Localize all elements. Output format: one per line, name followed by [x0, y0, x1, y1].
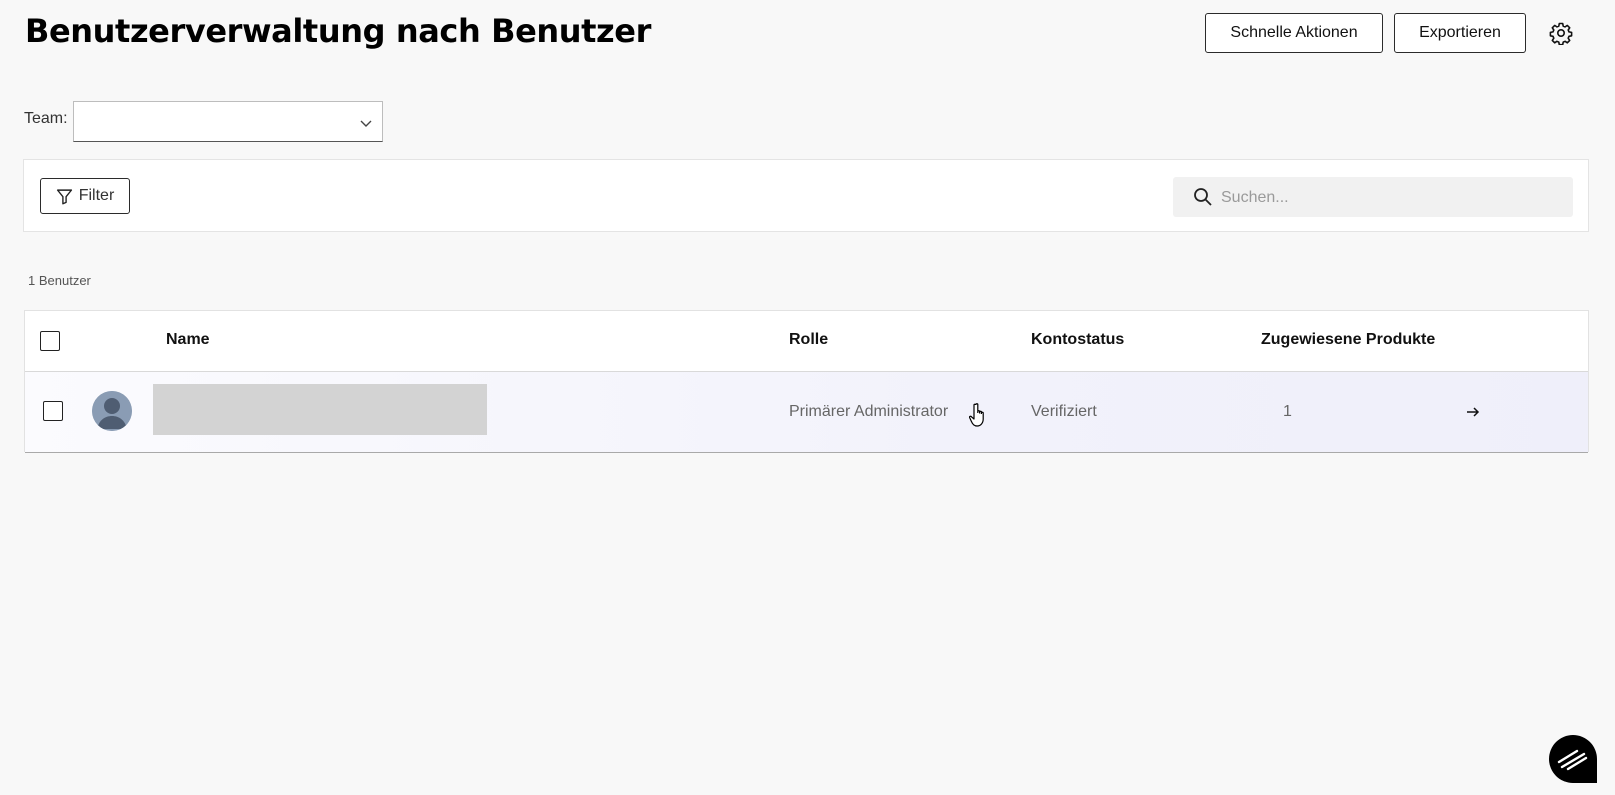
team-select[interactable] — [73, 101, 383, 142]
column-header-role[interactable]: Rolle — [789, 331, 828, 349]
row-assigned-products: 1 — [1283, 403, 1292, 420]
export-button[interactable]: Exportieren — [1394, 13, 1526, 53]
table-row[interactable]: Primärer Administrator Verifiziert 1 — [25, 372, 1588, 453]
filter-toolbar: Filter — [23, 159, 1589, 232]
search-input[interactable] — [1219, 177, 1563, 219]
search-box[interactable] — [1173, 177, 1573, 219]
row-account-status: Verifiziert — [1031, 403, 1097, 420]
name-redacted — [153, 384, 487, 435]
filter-button-label: Filter — [78, 187, 115, 204]
filter-button[interactable]: Filter — [40, 178, 130, 214]
chevron-down-icon — [360, 120, 372, 127]
column-header-account-status[interactable]: Kontostatus — [1031, 331, 1124, 349]
chat-bubble-icon — [1549, 735, 1597, 783]
row-checkbox[interactable] — [43, 401, 63, 421]
funnel-icon — [56, 188, 72, 204]
row-role: Primärer Administrator — [789, 403, 949, 420]
user-silhouette-icon — [92, 391, 132, 431]
user-count: 1 Benutzer — [28, 273, 91, 288]
quick-actions-button[interactable]: Schnelle Aktionen — [1205, 13, 1383, 53]
search-icon — [1194, 188, 1212, 206]
arrow-right-icon[interactable] — [1465, 404, 1481, 420]
page-title: Benutzerverwaltung nach Benutzer — [25, 12, 651, 50]
table-header: Name Rolle Kontostatus Zugewiesene Produ… — [25, 311, 1588, 372]
avatar — [92, 391, 132, 431]
column-header-name[interactable]: Name — [166, 331, 210, 349]
column-header-assigned-products[interactable]: Zugewiesene Produkte — [1261, 331, 1435, 349]
chat-button[interactable] — [1548, 734, 1598, 784]
users-table: Name Rolle Kontostatus Zugewiesene Produ… — [24, 310, 1589, 453]
select-all-checkbox[interactable] — [40, 331, 60, 351]
gear-icon[interactable] — [1549, 21, 1573, 45]
team-label: Team: — [24, 110, 68, 127]
